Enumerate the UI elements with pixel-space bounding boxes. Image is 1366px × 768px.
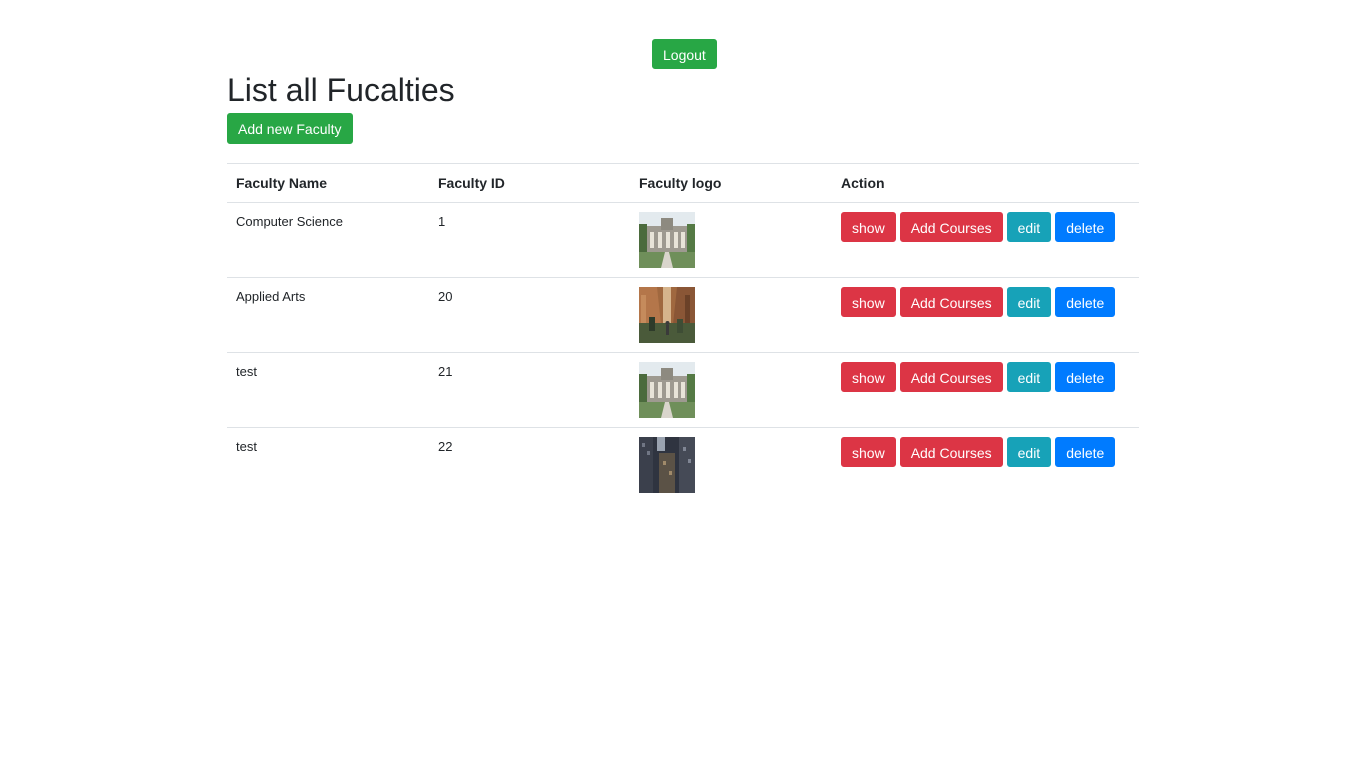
table-row: test 22 show Add Courses edit delete [227,427,1139,503]
faculty-name-cell: Applied Arts [227,277,429,353]
faculty-name-cell: test [227,427,429,503]
faculty-logo-cell [630,202,832,278]
actions-cell: show Add Courses edit delete [832,277,1139,353]
row-actions: show Add Courses edit delete [841,212,1130,242]
table-header-row: Faculty Name Faculty ID Faculty logo Act… [227,163,1139,203]
add-courses-button[interactable]: Add Courses [899,362,1003,392]
page-title: List all Fucalties [227,72,455,108]
show-button[interactable]: show [841,437,896,467]
logout-wrap: Logout [652,39,717,69]
column-header-faculty-logo: Faculty logo [630,163,832,203]
delete-button[interactable]: delete [1055,287,1116,317]
faculty-id-cell: 20 [429,277,630,353]
show-button[interactable]: show [841,212,896,242]
column-header-faculty-id: Faculty ID [429,163,630,203]
faculty-name-cell: test [227,352,429,428]
faculty-name-cell: Computer Science [227,202,429,278]
faculty-id-cell: 21 [429,352,630,428]
row-actions: show Add Courses edit delete [841,287,1130,317]
logout-button[interactable]: Logout [652,39,717,69]
column-header-faculty-name: Faculty Name [227,163,429,203]
faculty-logo-cell [630,352,832,428]
show-button[interactable]: show [841,287,896,317]
add-faculty-wrap: Add new Faculty [227,113,353,144]
delete-button[interactable]: delete [1055,212,1116,242]
delete-button[interactable]: delete [1055,362,1116,392]
actions-cell: show Add Courses edit delete [832,427,1139,503]
table-row: Computer Science 1 show Add Courses edit… [227,202,1139,278]
faculty-logo-image [639,362,695,418]
faculty-logo-image [639,437,695,493]
add-courses-button[interactable]: Add Courses [899,287,1003,317]
edit-button[interactable]: edit [1006,362,1052,392]
column-header-action: Action [832,163,1139,203]
add-courses-button[interactable]: Add Courses [899,212,1003,242]
add-courses-button[interactable]: Add Courses [899,437,1003,467]
edit-button[interactable]: edit [1006,212,1052,242]
edit-button[interactable]: edit [1006,437,1052,467]
faculty-logo-image [639,212,695,268]
actions-cell: show Add Courses edit delete [832,202,1139,278]
faculty-logo-image [639,287,695,343]
faculty-id-cell: 1 [429,202,630,278]
show-button[interactable]: show [841,362,896,392]
delete-button[interactable]: delete [1055,437,1116,467]
faculties-table: Faculty Name Faculty ID Faculty logo Act… [227,163,1139,503]
table-row: test 21 show Add Courses edit delete [227,352,1139,428]
faculty-logo-cell [630,427,832,503]
add-faculty-button[interactable]: Add new Faculty [227,113,353,144]
faculty-id-cell: 22 [429,427,630,503]
table-row: Applied Arts 20 show Add Courses edit de… [227,277,1139,353]
faculty-logo-cell [630,277,832,353]
row-actions: show Add Courses edit delete [841,437,1130,467]
actions-cell: show Add Courses edit delete [832,352,1139,428]
edit-button[interactable]: edit [1006,287,1052,317]
row-actions: show Add Courses edit delete [841,362,1130,392]
